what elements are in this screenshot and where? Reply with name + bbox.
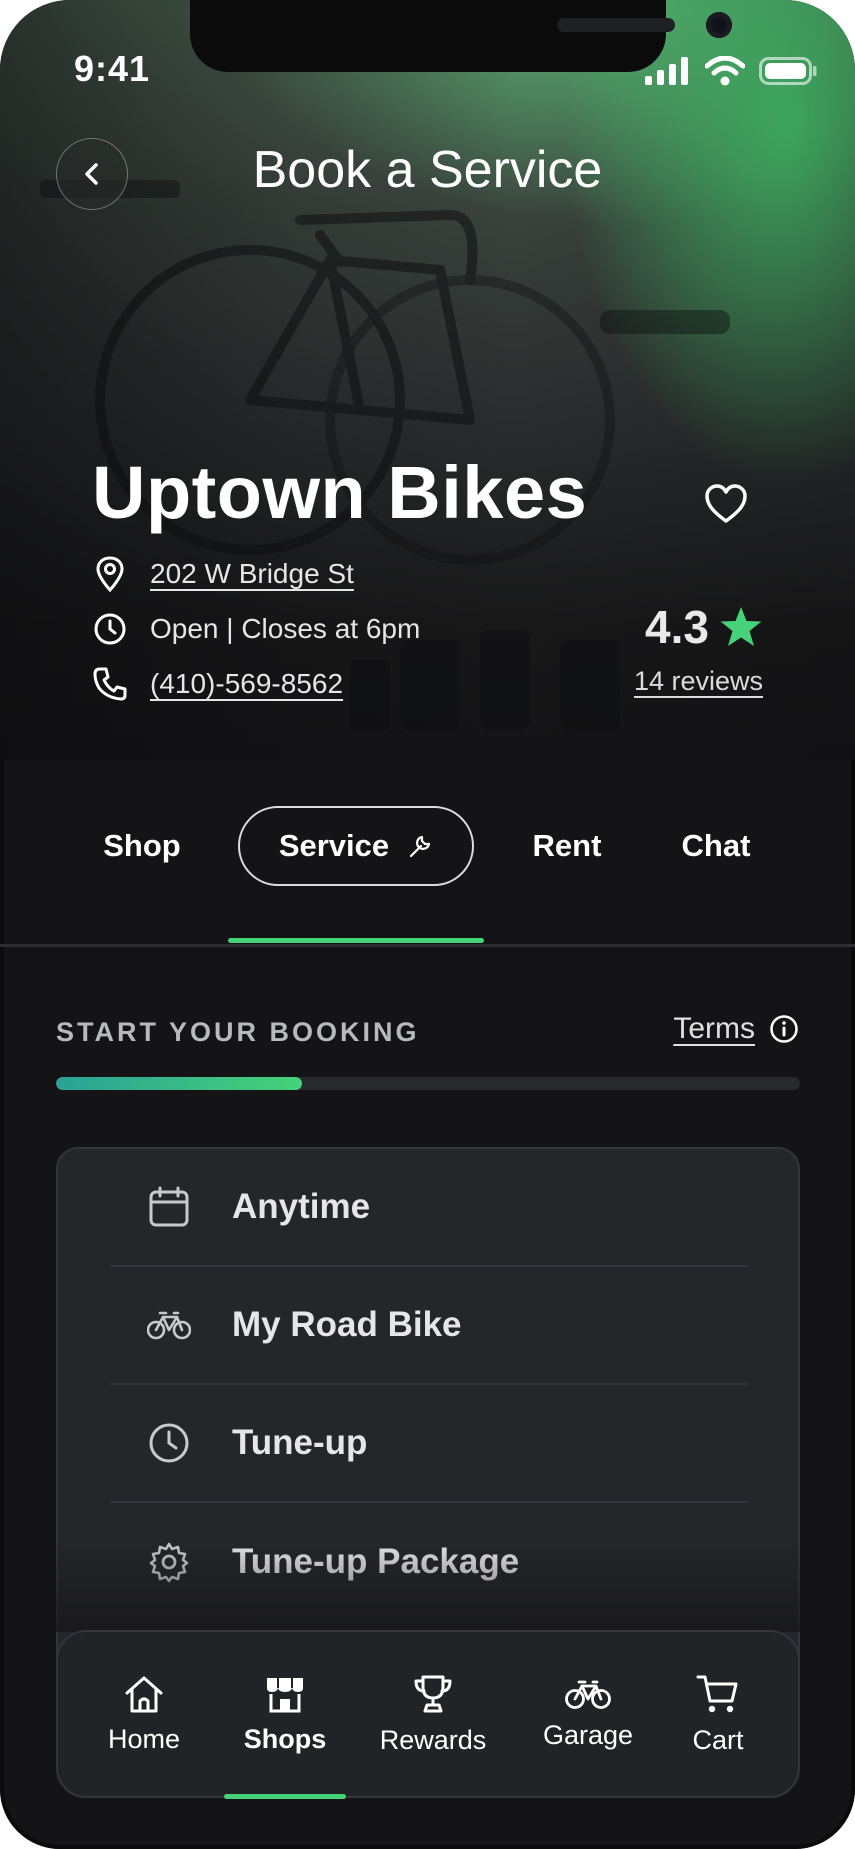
nav-shops[interactable]: Shops: [224, 1632, 346, 1796]
tab-shop[interactable]: Shop: [90, 806, 194, 886]
booking-option-time[interactable]: Anytime: [110, 1149, 748, 1267]
booking-option-bike[interactable]: My Road Bike: [110, 1267, 748, 1385]
bicycle-icon: [140, 1296, 198, 1354]
shop-phone[interactable]: (410)-569-8562: [150, 668, 343, 700]
nav-home[interactable]: Home: [84, 1632, 204, 1796]
rating-value: 4.3: [645, 601, 709, 653]
tab-chat-label: Chat: [681, 828, 751, 863]
speaker-grille: [557, 18, 675, 32]
tab-service-label: Service: [278, 828, 390, 863]
page-title: Book a Service: [252, 141, 603, 199]
phone-screen: 9:41 Book a Service Uptown Bikes 202 W B…: [0, 0, 855, 1849]
heart-icon: [705, 484, 747, 523]
tab-shop-label: Shop: [103, 828, 181, 863]
nav-rewards[interactable]: Rewards: [368, 1632, 498, 1796]
star-icon: [720, 607, 762, 646]
booking-option-label: Anytime: [232, 1187, 371, 1226]
nav-shops-label: Shops: [243, 1723, 327, 1754]
info-icon[interactable]: [769, 1014, 799, 1044]
nav-garage-label: Garage: [542, 1719, 634, 1750]
booking-progress-bar: [56, 1077, 800, 1090]
wifi-icon: [705, 56, 745, 86]
nav-home-label: Home: [107, 1723, 181, 1754]
shop-hours: Open | Closes at 6pm: [150, 613, 421, 644]
reviews-link[interactable]: 14 reviews: [634, 666, 763, 697]
clock-icon: [140, 1414, 198, 1472]
status-time: 9:41: [74, 48, 151, 89]
tab-service[interactable]: Service: [238, 806, 474, 886]
favorite-button[interactable]: [702, 480, 750, 528]
nav-cart[interactable]: Cart: [668, 1632, 768, 1796]
status-icons: [645, 56, 817, 86]
shop-tabs: Shop Service Rent Chat: [0, 806, 855, 946]
nav-cart-label: Cart: [692, 1724, 744, 1755]
clock-icon: [92, 611, 128, 647]
cart-icon: [696, 1675, 738, 1712]
booking-option-label: Tune-up Package: [232, 1542, 520, 1581]
address-row[interactable]: 202 W Bridge St: [92, 556, 354, 592]
bottom-navigation: Home Shops Rewards Garage Cart: [56, 1630, 800, 1799]
booking-option-label: Tune-up: [232, 1423, 368, 1462]
phone-row[interactable]: (410)-569-8562: [92, 666, 343, 702]
rating-display: 4.3: [645, 600, 763, 654]
location-pin-icon: [92, 556, 128, 592]
terms-link[interactable]: Terms: [673, 1012, 799, 1046]
gear-icon: [140, 1533, 198, 1591]
active-nav-indicator: [224, 1794, 346, 1799]
battery-icon: [759, 57, 817, 85]
wrench-icon: [410, 835, 431, 858]
shop-address[interactable]: 202 W Bridge St: [150, 558, 354, 590]
cellular-signal-icon: [645, 57, 688, 85]
tabs-divider: [0, 944, 855, 947]
booking-option-package[interactable]: Tune-up Package: [110, 1503, 748, 1621]
shop-name: Uptown Bikes: [92, 451, 588, 534]
device-notch: [190, 0, 732, 72]
storefront-icon: [267, 1677, 303, 1712]
booking-options-card: Anytime My Road Bike Tune-up Tune-up Pac…: [56, 1147, 800, 1707]
terms-label[interactable]: Terms: [673, 1012, 755, 1046]
nav-garage[interactable]: Garage: [528, 1632, 648, 1796]
front-camera: [706, 12, 732, 38]
phone-icon: [92, 666, 128, 702]
trophy-icon: [414, 1675, 452, 1712]
tab-rent[interactable]: Rent: [522, 806, 612, 886]
booking-section-label: START YOUR BOOKING: [56, 1017, 420, 1047]
home-icon: [125, 1676, 163, 1712]
hours-row: Open | Closes at 6pm: [92, 611, 420, 647]
bicycle-icon: [565, 1680, 611, 1709]
tab-rent-label: Rent: [532, 828, 602, 863]
booking-progress-fill: [56, 1077, 302, 1090]
calendar-icon: [140, 1178, 198, 1236]
tab-chat[interactable]: Chat: [666, 806, 766, 886]
booking-option-service[interactable]: Tune-up: [110, 1385, 748, 1503]
booking-option-label: My Road Bike: [232, 1305, 462, 1344]
active-tab-indicator: [228, 938, 484, 943]
nav-rewards-label: Rewards: [379, 1724, 487, 1755]
